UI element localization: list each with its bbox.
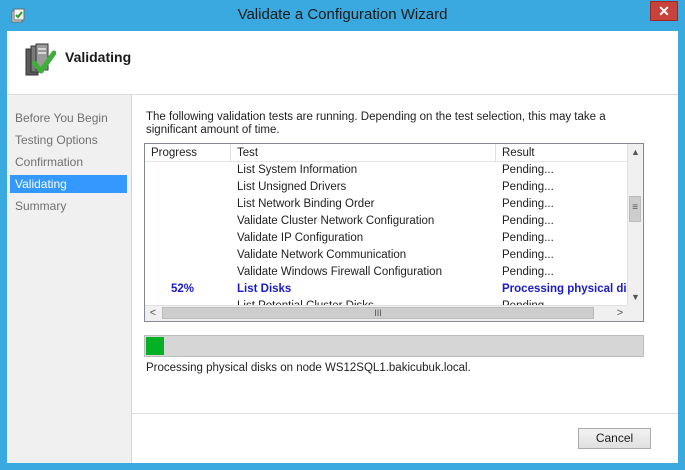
sidebar-item-testing-options[interactable]: Testing Options (10, 131, 127, 149)
table-row[interactable]: List System Information Pending... (145, 162, 628, 179)
cell-test: Validate Windows Firewall Configuration (237, 266, 442, 278)
column-header-result[interactable]: Result (496, 144, 628, 162)
cell-result: Pending... (502, 249, 554, 261)
cell-result: Pending... (502, 215, 554, 227)
cell-test: List Network Binding Order (237, 198, 375, 210)
sidebar-item-summary[interactable]: Summary (10, 197, 127, 215)
sidebar-item-confirmation[interactable]: Confirmation (10, 153, 127, 171)
column-header-test[interactable]: Test (231, 144, 496, 162)
close-icon: ✕ (658, 3, 670, 19)
description-text: The following validation tests are runni… (146, 111, 606, 136)
horizontal-scrollbar[interactable]: < III > (145, 305, 628, 321)
cell-result: Pending... (502, 232, 554, 244)
wizard-body: Validating Before You Begin Testing Opti… (7, 31, 678, 463)
progress-bar-fill (146, 337, 164, 355)
cell-result: Processing physical disks (502, 283, 628, 295)
close-button[interactable]: ✕ (650, 1, 678, 21)
status-text: Processing physical disks on node WS12SQ… (146, 362, 471, 374)
cell-result: Pending... (502, 198, 554, 210)
footer-divider (132, 413, 678, 414)
validation-progress-bar (144, 335, 644, 357)
scroll-right-icon[interactable]: > (612, 306, 628, 321)
cell-test: Validate Cluster Network Configuration (237, 215, 435, 227)
cell-result: Pending... (502, 298, 628, 305)
wizard-window: Validate a Configuration Wizard ✕ Valida… (0, 0, 685, 470)
title-bar[interactable]: Validate a Configuration Wizard ✕ (0, 0, 685, 31)
validation-checklist-icon (25, 43, 56, 76)
vertical-scroll-thumb[interactable]: ≡ (629, 196, 641, 222)
cell-progress: 52% (171, 283, 195, 295)
table-row[interactable]: Validate Windows Firewall Configuration P… (145, 264, 628, 281)
page-title: Validating (65, 49, 132, 65)
cell-test: List System Information (237, 164, 358, 176)
table-row[interactable]: Validate Network Communication Pending... (145, 247, 628, 264)
column-header-progress[interactable]: Progress (145, 144, 231, 162)
scroll-up-icon[interactable]: ▲ (628, 144, 643, 160)
sidebar-item-before-you-begin[interactable]: Before You Begin (10, 109, 127, 127)
cell-result: Pending... (502, 181, 554, 193)
main-content: The following validation tests are runni… (132, 95, 678, 463)
window-title: Validate a Configuration Wizard (237, 6, 448, 23)
cell-test: Validate IP Configuration (237, 232, 364, 244)
table-row[interactable]: Validate Cluster Network Configuration Pe… (145, 213, 628, 230)
scroll-down-icon[interactable]: ▼ (628, 289, 643, 305)
cell-result: Pending... (502, 164, 554, 176)
vertical-scrollbar[interactable]: ▲ ≡ ▼ (627, 144, 643, 305)
cell-test: List Unsigned Drivers (237, 181, 347, 193)
table-row[interactable]: 52% List Disks Processing physical disks (145, 281, 628, 298)
horizontal-scroll-thumb[interactable]: III (162, 307, 594, 319)
validation-tests-list[interactable]: Progress Test Result List System Informa… (144, 143, 644, 322)
table-row[interactable]: Validate IP Configuration Pending... (145, 230, 628, 247)
table-row[interactable]: List Unsigned Drivers Pending... (145, 179, 628, 196)
table-row[interactable]: List Network Binding Order Pending... (145, 196, 628, 213)
cancel-button[interactable]: Cancel (578, 428, 651, 449)
cell-test: Validate Network Communication (237, 249, 407, 261)
table-row[interactable]: List Potential Cluster Disks Pending... (145, 298, 628, 305)
sidebar-item-validating[interactable]: Validating (10, 175, 127, 193)
page-header: Validating (7, 31, 678, 95)
wizard-steps-sidebar: Before You Begin Testing Options Confirm… (7, 95, 132, 463)
scroll-left-icon[interactable]: < (145, 306, 161, 321)
list-rows: List System Information Pending... List Un… (145, 162, 628, 305)
cell-result: Pending... (502, 266, 554, 278)
scrollbar-corner (627, 305, 643, 321)
cell-test: List Potential Cluster Disks (237, 298, 495, 305)
cell-test: List Disks (237, 283, 292, 295)
